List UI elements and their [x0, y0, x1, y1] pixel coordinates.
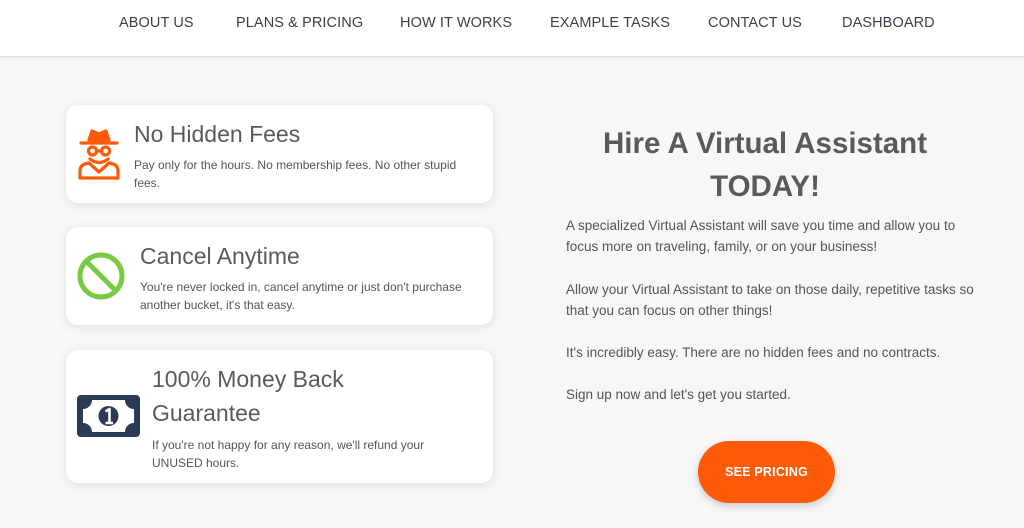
- card-description: If you're not happy for any reason, we'l…: [152, 438, 425, 470]
- incognito-spy-icon: [77, 128, 121, 185]
- hero-paragraph: It's incredibly easy. There are no hidde…: [566, 345, 941, 360]
- nav-link-dashboard[interactable]: DASHBOARD: [842, 15, 935, 31]
- card-title: Cancel Anytime: [140, 243, 300, 269]
- hero-paragraph: A specialized Virtual Assistant will sav…: [566, 218, 956, 254]
- prohibited-icon: [76, 251, 126, 306]
- hero-title: Hire A Virtual Assistant TODAY!: [602, 127, 928, 203]
- nav-link-plans-pricing[interactable]: PLANS & PRICING: [236, 15, 363, 31]
- feature-card-money-back: 100% Money Back Guarantee If you're not …: [66, 350, 493, 483]
- card-title: 100% Money Back Guarantee: [152, 366, 344, 426]
- see-pricing-button[interactable]: SEE PRICING: [698, 441, 835, 503]
- nav-link-example-tasks[interactable]: EXAMPLE TASKS: [550, 15, 670, 31]
- nav-link-contact-us[interactable]: CONTACT US: [708, 15, 802, 31]
- card-description: Pay only for the hours. No membership fe…: [134, 158, 457, 190]
- card-title: No Hidden Fees: [134, 121, 301, 147]
- nav-link-about-us[interactable]: ABOUT US: [119, 15, 194, 31]
- top-navigation: ABOUT US PLANS & PRICING HOW IT WORKS EX…: [0, 0, 1024, 57]
- nav-link-how-it-works[interactable]: HOW IT WORKS: [400, 15, 512, 31]
- card-description: You're never locked in, cancel anytime o…: [140, 280, 462, 312]
- hero-paragraph: Allow your Virtual Assistant to take on …: [566, 282, 974, 318]
- feature-card-no-hidden-fees: No Hidden Fees Pay only for the hours. N…: [66, 105, 493, 203]
- hero-paragraph: Sign up now and let's get you started.: [566, 387, 791, 402]
- money-bill-icon: [77, 395, 140, 442]
- feature-card-cancel-anytime: Cancel Anytime You're never locked in, c…: [66, 227, 493, 325]
